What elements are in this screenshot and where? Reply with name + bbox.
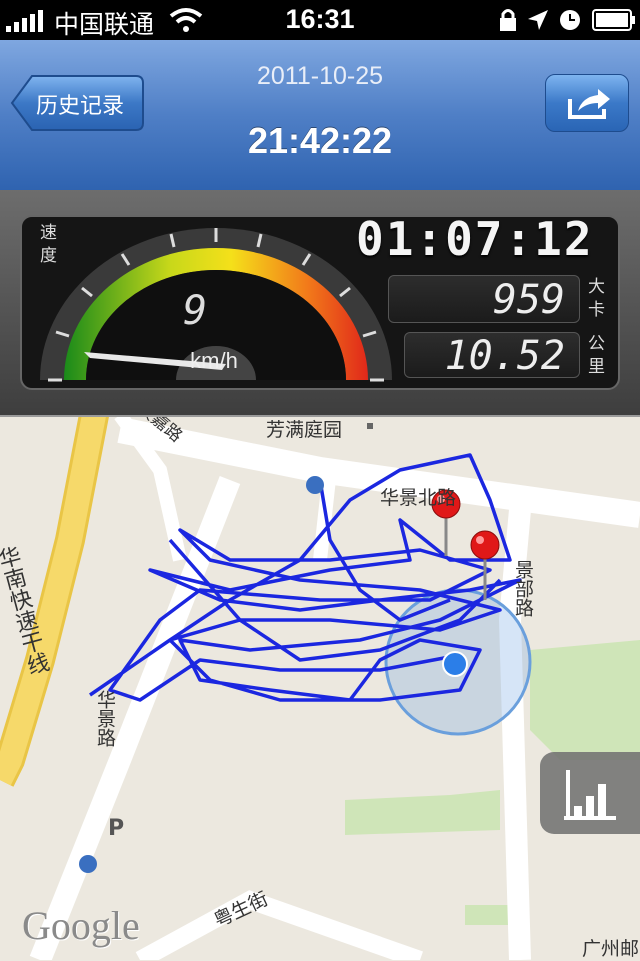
back-button-label: 历史记录	[36, 94, 125, 119]
distance-unit: 公里	[588, 334, 605, 377]
speed-label: 速度	[40, 223, 57, 266]
speed-unit: km/h	[190, 348, 238, 373]
alarm-icon	[560, 10, 580, 30]
status-bar: 中国联通 16:31	[0, 0, 640, 40]
location-arrow-icon	[528, 10, 548, 30]
share-button[interactable]	[545, 74, 629, 132]
google-logo: Google	[22, 903, 140, 948]
parking-icon: P	[108, 816, 125, 841]
distance-display: 10.52	[404, 332, 580, 379]
calories-display: 959	[388, 275, 580, 323]
stats-button[interactable]	[540, 752, 640, 834]
map-label-huajing: 华景路	[94, 690, 116, 747]
battery-icon	[592, 9, 635, 31]
bus-stop-icon	[79, 855, 97, 873]
share-icon	[568, 89, 610, 119]
elapsed-time: 01:07:12	[356, 212, 594, 266]
bus-stop-icon	[306, 476, 324, 494]
location-dot-icon	[442, 651, 468, 677]
speed-value: 9	[182, 288, 208, 334]
back-button[interactable]: 历史记录	[10, 74, 144, 132]
map-label-jingbu: 景部路	[512, 560, 534, 617]
poi-icon	[367, 423, 373, 429]
calories-unit: 大卡	[588, 277, 605, 320]
map-label-guangzhou: 广州邮	[582, 938, 640, 960]
lock-icon	[500, 9, 516, 31]
bar-chart-icon	[564, 770, 616, 820]
map-label-fangman: 芳满庭园	[266, 419, 343, 441]
map-label-huajing-north: 华景北路	[380, 487, 457, 509]
